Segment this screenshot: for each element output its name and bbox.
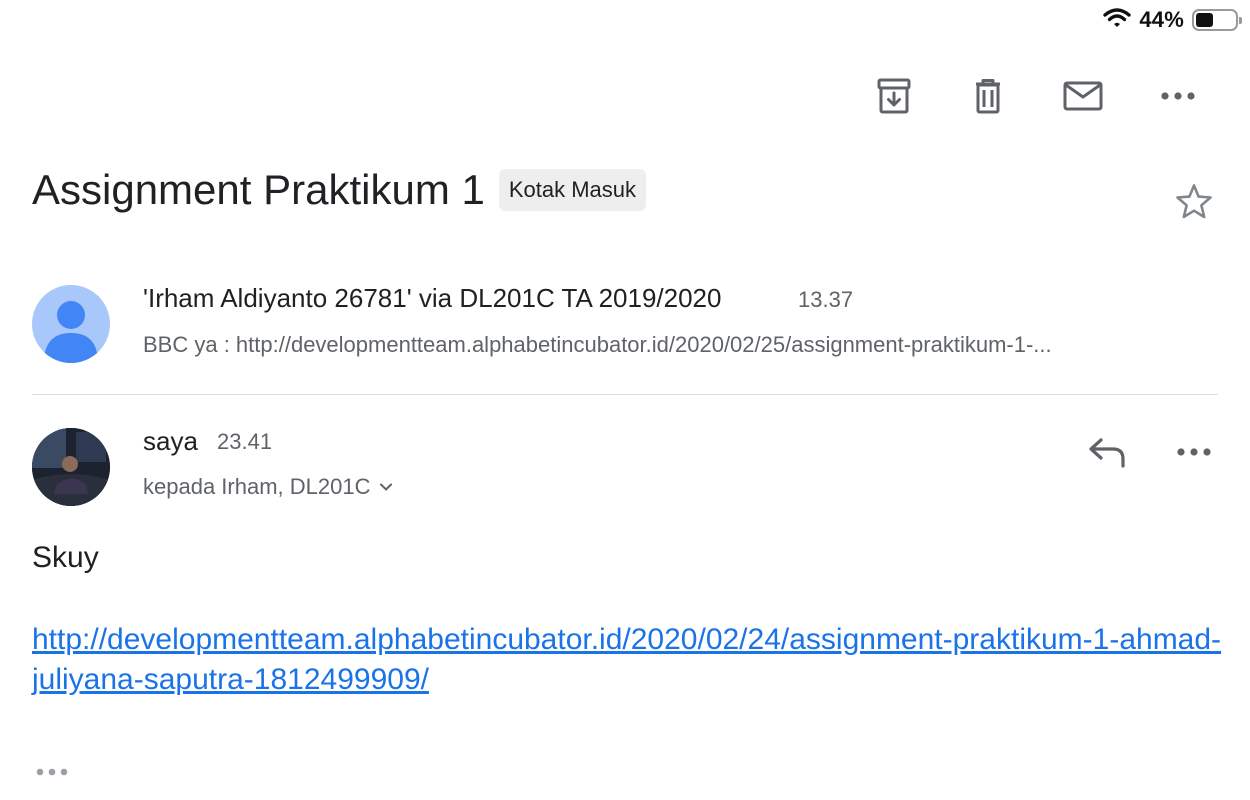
archive-button[interactable] — [870, 72, 918, 120]
message-time: 13.37 — [798, 287, 854, 312]
message-divider — [32, 394, 1218, 395]
archive-icon — [877, 78, 911, 114]
chevron-down-icon — [380, 483, 393, 491]
message-snippet[interactable]: BBC ya : http://developmentteam.alphabet… — [143, 332, 1205, 358]
message-sender[interactable]: saya — [143, 426, 198, 457]
avatar[interactable] — [32, 285, 110, 363]
reply-button[interactable] — [1084, 430, 1132, 474]
thread-subject: Assignment Praktikum 1 — [32, 166, 485, 213]
subject-row: Assignment Praktikum 1 Kotak Masuk — [32, 166, 647, 214]
recipients-toggle[interactable]: kepada Irham, DL201C — [143, 474, 394, 500]
recipients-text: kepada Irham, DL201C — [143, 474, 371, 499]
battery-fill — [1196, 13, 1213, 27]
more-button[interactable] — [1154, 72, 1202, 120]
more-horizontal-icon — [36, 768, 68, 776]
message-sender[interactable]: 'Irham Aldiyanto 26781' via DL201C TA 20… — [143, 283, 721, 314]
more-horizontal-icon — [1161, 92, 1195, 100]
wifi-icon — [1103, 7, 1132, 34]
star-button[interactable] — [1172, 180, 1216, 224]
message-more-button[interactable] — [1170, 430, 1218, 474]
mail-icon — [1063, 81, 1103, 111]
battery-icon — [1192, 9, 1242, 31]
user-photo — [32, 428, 110, 506]
trash-icon — [976, 79, 1000, 114]
show-trimmed-content-button[interactable] — [32, 760, 72, 784]
message-time: 23.41 — [217, 429, 273, 454]
battery-percent: 44% — [1139, 7, 1184, 32]
message-link[interactable]: http://developmentteam.alphabetincubator… — [32, 620, 1222, 700]
default-person-icon — [44, 301, 98, 363]
delete-button[interactable] — [964, 72, 1012, 120]
avatar[interactable] — [32, 428, 110, 506]
mark-unread-button[interactable] — [1059, 72, 1107, 120]
message-body: Skuy — [32, 541, 99, 574]
reply-icon — [1089, 438, 1125, 468]
star-icon — [1176, 184, 1212, 219]
label-chip[interactable]: Kotak Masuk — [498, 169, 647, 211]
more-horizontal-icon — [1177, 448, 1211, 456]
status-bar: 44% — [1103, 6, 1242, 34]
